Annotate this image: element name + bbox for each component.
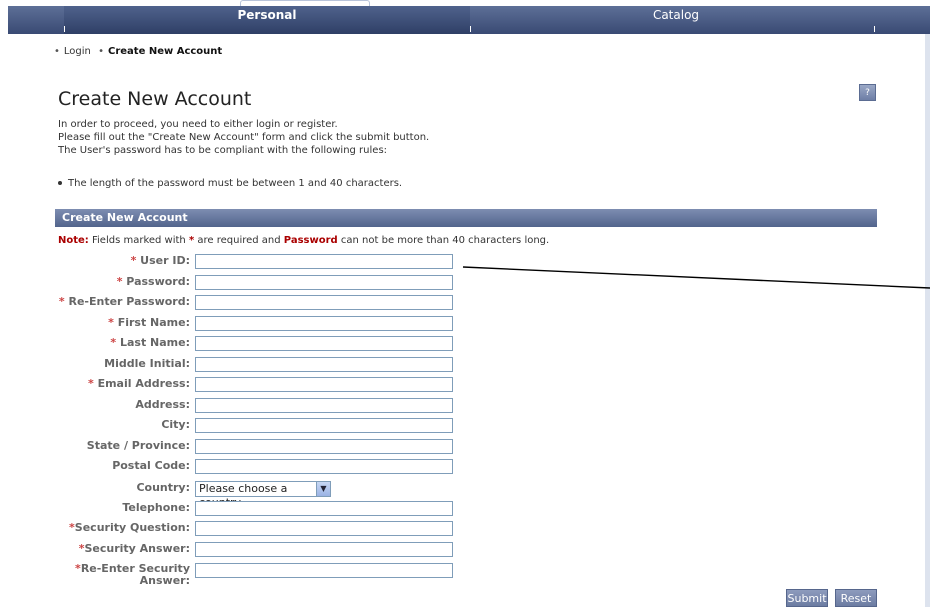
annotation-line	[462, 266, 930, 289]
annotation-line-layer	[462, 266, 930, 289]
